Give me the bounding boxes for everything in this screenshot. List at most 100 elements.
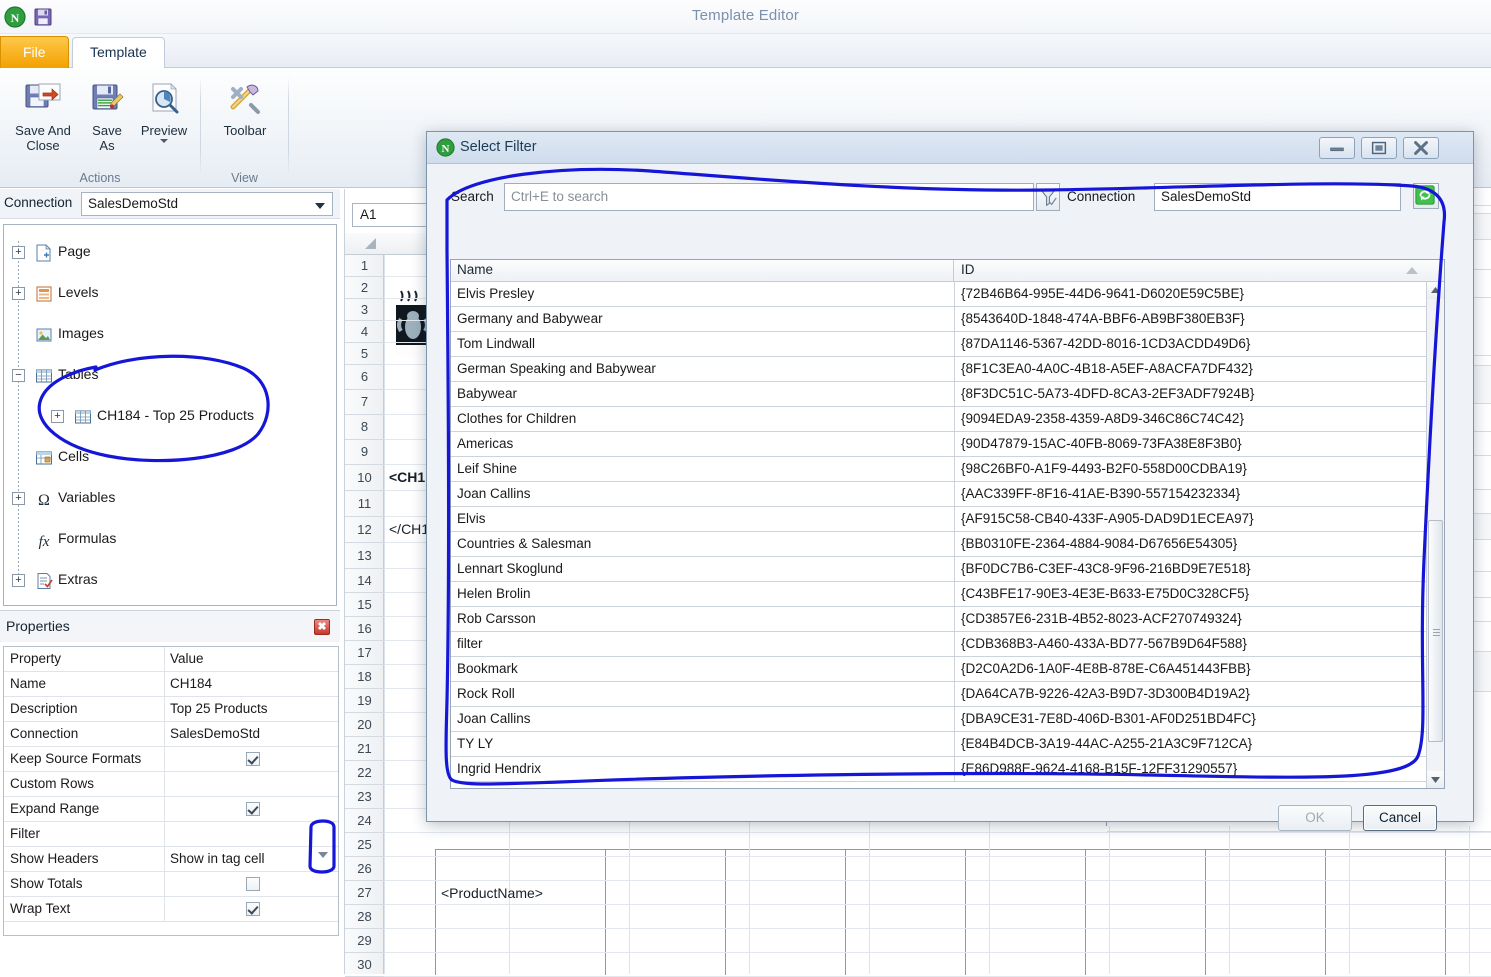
properties-grid[interactable]: Property Value Name CH184 Description To… — [3, 646, 339, 936]
chevron-down-icon[interactable] — [315, 203, 325, 209]
refresh-icon[interactable] — [1413, 183, 1439, 209]
property-row-description[interactable]: Description Top 25 Products — [4, 697, 338, 722]
cancel-button[interactable]: Cancel — [1363, 805, 1437, 831]
funnel-filter-icon[interactable] — [1036, 183, 1060, 211]
row-header-27[interactable]: 27 — [345, 881, 384, 905]
row-header-30[interactable]: 30 — [345, 953, 384, 977]
property-value[interactable]: Top 25 Products — [166, 697, 338, 722]
table-row[interactable]: Joan Callins {DBA9CE31-7E8D-406D-B301-AF0… — [451, 707, 1426, 732]
search-input[interactable]: Ctrl+E to search — [504, 183, 1034, 211]
table-row[interactable]: Tom Lindwall {87DA1146-5367-42DD-8016-1CD… — [451, 332, 1426, 357]
maximize-button[interactable] — [1361, 137, 1397, 159]
connection-combo[interactable]: SalesDemoStd — [81, 192, 333, 216]
tab-file[interactable]: File — [0, 36, 69, 68]
table-row[interactable]: Joan Callins {AAC339FF-8F16-41AE-B390-557… — [451, 482, 1426, 507]
column-header-id[interactable]: ID — [955, 260, 1444, 282]
row-header-13[interactable]: 13 — [345, 543, 384, 569]
property-row-show-headers[interactable]: Show Headers Show in tag cell — [4, 847, 338, 872]
row-header-21[interactable]: 21 — [345, 737, 384, 761]
expander-icon[interactable]: + — [12, 287, 25, 300]
row-header-4[interactable]: 4 — [345, 321, 384, 343]
row-header-5[interactable]: 5 — [345, 343, 384, 365]
row-header-6[interactable]: 6 — [345, 365, 384, 390]
row-header-9[interactable]: 9 — [345, 440, 384, 465]
dialog-connection-value[interactable]: SalesDemoStd — [1154, 183, 1401, 211]
row-header-25[interactable]: 25 — [345, 833, 384, 857]
table-row[interactable]: Lennart Skoglund {BF0DC7B6-C3EF-43C8-9F96… — [451, 557, 1426, 582]
row-header-26[interactable]: 26 — [345, 857, 384, 881]
property-row-filter[interactable]: Filter ... — [4, 822, 338, 847]
table-row[interactable]: Countries & Salesman {BB0310FE-2364-4884-… — [451, 532, 1426, 557]
property-row-keep-source-formats[interactable]: Keep Source Formats — [4, 747, 338, 772]
table-row[interactable]: Babywear {8F3DC51C-5A73-4DFD-8CA3-2EF3ADF… — [451, 382, 1426, 407]
column-header-name[interactable]: Name — [451, 260, 954, 282]
minimize-button[interactable] — [1319, 137, 1355, 159]
row-header-18[interactable]: 18 — [345, 665, 384, 689]
row-header-10[interactable]: 10 — [345, 465, 384, 491]
expander-icon[interactable]: + — [51, 410, 64, 423]
ok-button[interactable]: OK — [1278, 805, 1352, 831]
property-row-connection[interactable]: Connection SalesDemoStd — [4, 722, 338, 747]
table-row[interactable]: TY LY {E84B4DCB-3A19-44AC-A255-21A3C9F712… — [451, 732, 1426, 757]
preview-button[interactable]: Preview — [133, 76, 195, 144]
row-header-17[interactable]: 17 — [345, 641, 384, 665]
save-and-close-button[interactable]: Save And Close — [5, 76, 81, 154]
expander-icon[interactable]: − — [12, 369, 25, 382]
property-value[interactable] — [166, 772, 338, 797]
expander-icon[interactable]: + — [12, 492, 25, 505]
row-header-8[interactable]: 8 — [345, 415, 384, 440]
filter-list-grid[interactable]: Name ID Elvis Presley {72B46B64-995E-44D6… — [450, 259, 1445, 789]
property-row-custom-rows[interactable]: Custom Rows — [4, 772, 338, 797]
table-row[interactable]: Helen Brolin {C43BFE17-90E3-4E3E-B633-E75… — [451, 582, 1426, 607]
vertical-scrollbar[interactable] — [1426, 282, 1444, 788]
table-row[interactable]: Rock Roll {DA64CA7B-9226-42A3-B9D7-3D300B… — [451, 682, 1426, 707]
row-header-15[interactable]: 15 — [345, 593, 384, 617]
checkbox-checked[interactable] — [246, 802, 260, 816]
property-row-name[interactable]: Name CH184 — [4, 672, 338, 697]
row-header-3[interactable]: 3 — [345, 299, 384, 321]
table-row[interactable]: Germany and Babywear {8543640D-1848-474A-… — [451, 307, 1426, 332]
table-row[interactable]: Bookmark {D2C0A2D6-1A0F-4E8B-878E-C6A4514… — [451, 657, 1426, 682]
row-header-28[interactable]: 28 — [345, 905, 384, 929]
row-header-24[interactable]: 24 — [345, 809, 384, 833]
property-value[interactable]: Show in tag cell — [166, 847, 338, 872]
table-row[interactable]: Elvis {AF915C58-CB40-433F-A905-DAD9D1ECEA… — [451, 507, 1426, 532]
property-value[interactable]: CH184 — [166, 672, 338, 697]
expander-icon[interactable]: + — [12, 246, 25, 259]
row-header-1[interactable]: 1 — [345, 255, 384, 277]
row-header-7[interactable]: 7 — [345, 390, 384, 415]
table-row[interactable]: Clothes for Children {9094EDA9-2358-4359-… — [451, 407, 1426, 432]
property-value[interactable]: SalesDemoStd — [166, 722, 338, 747]
close-button[interactable] — [1403, 137, 1439, 159]
property-row-expand-range[interactable]: Expand Range — [4, 797, 338, 822]
row-header-12[interactable]: 12 — [345, 517, 384, 543]
scroll-up-arrow[interactable] — [1427, 282, 1444, 299]
checkbox-checked[interactable] — [246, 752, 260, 766]
scroll-down-arrow[interactable] — [1427, 771, 1444, 788]
close-icon[interactable]: ✖ — [314, 619, 330, 635]
property-row-wrap-text[interactable]: Wrap Text — [4, 897, 338, 922]
expander-icon[interactable]: + — [12, 574, 25, 587]
tab-template[interactable]: Template — [72, 37, 165, 68]
grid-rows[interactable]: Elvis Presley {72B46B64-995E-44D6-9641-D6… — [451, 282, 1426, 788]
property-row-show-totals[interactable]: Show Totals — [4, 872, 338, 897]
table-row[interactable]: Ingrid Hendrix {E86D988E-9624-4168-B15F-1… — [451, 757, 1426, 782]
table-row[interactable]: Rob Carsson {CD3857E6-231B-4B52-8023-ACF2… — [451, 607, 1426, 632]
select-all-corner[interactable] — [365, 238, 376, 249]
toolbar-button[interactable]: Toolbar — [207, 76, 283, 139]
checkbox-unchecked[interactable] — [246, 877, 260, 891]
save-as-button[interactable]: Save As — [83, 76, 131, 154]
row-header-2[interactable]: 2 — [345, 277, 384, 299]
checkbox-checked[interactable] — [246, 902, 260, 916]
select-filter-dialog[interactable]: N Select Filter Search Ctrl+E to search … — [426, 131, 1474, 831]
row-header-23[interactable]: 23 — [345, 785, 384, 809]
row-header-29[interactable]: 29 — [345, 929, 384, 953]
row-header-20[interactable]: 20 — [345, 713, 384, 737]
template-tree[interactable]: + Page + Levels Images − Tables + CH184 … — [3, 224, 337, 606]
table-row[interactable]: Leif Shine {98C26BF0-A1F9-4493-B2F0-558D0… — [451, 457, 1426, 482]
row-header-14[interactable]: 14 — [345, 569, 384, 593]
table-row[interactable]: German Speaking and Babywear {8F1C3EA0-4A… — [451, 357, 1426, 382]
table-row[interactable]: Elvis Presley {72B46B64-995E-44D6-9641-D6… — [451, 282, 1426, 307]
scrollbar-thumb[interactable] — [1428, 520, 1443, 742]
row-header-22[interactable]: 22 — [345, 761, 384, 785]
